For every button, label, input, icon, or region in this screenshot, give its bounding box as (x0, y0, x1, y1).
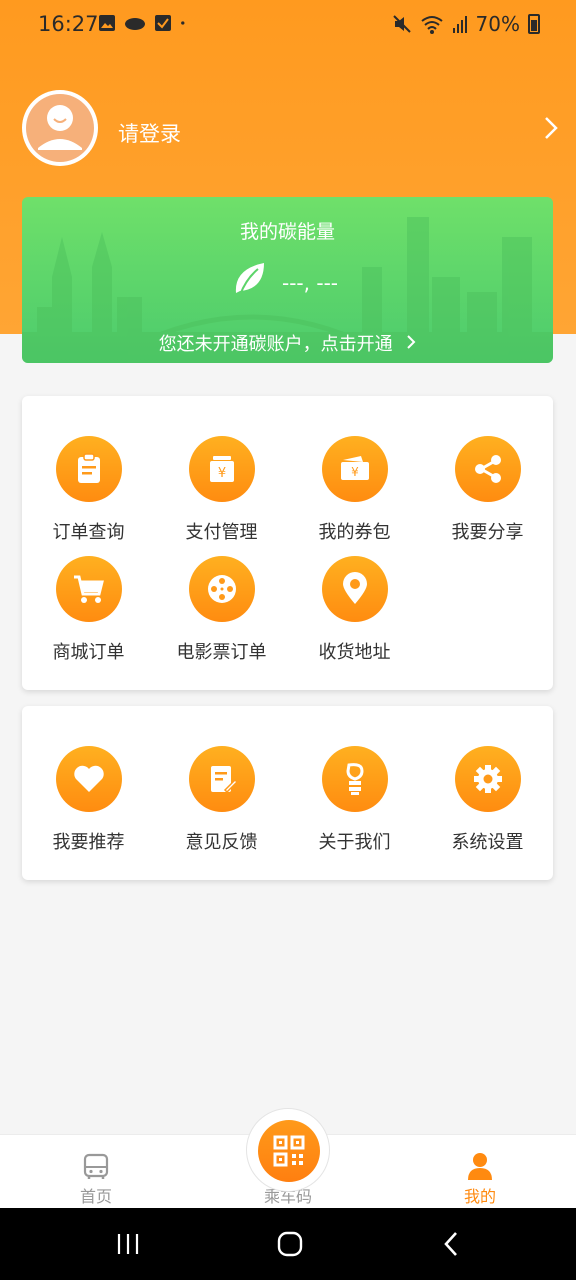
menu-label: 我要推荐 (52, 832, 125, 853)
menu-label: 支付管理 (185, 522, 258, 543)
system-navigation-bar (0, 1208, 576, 1280)
check-box-icon (155, 15, 171, 31)
menu-label: 商城订单 (52, 642, 125, 663)
svg-text:¥: ¥ (351, 465, 359, 479)
home-button-icon[interactable] (277, 1231, 303, 1257)
image-icon (99, 15, 115, 31)
about-icon (321, 746, 388, 812)
carbon-title: 我的碳能量 (239, 221, 335, 243)
cart-icon (55, 556, 122, 622)
menu-item-order-query[interactable]: 订单查询 (22, 436, 155, 544)
services-card: 订单查询 ¥ 支付管理 ¥ 我的券包 我要分享 商城订单 电影票订单 收货地址 (22, 396, 553, 690)
clipboard-icon (55, 436, 122, 502)
open-carbon-account-link[interactable]: 您还未开通碳账户，点击开通 (22, 330, 553, 356)
menu-label: 意见反馈 (185, 832, 258, 853)
menu-item-about-us[interactable]: 关于我们 (288, 746, 421, 854)
carbon-energy-card[interactable]: 我的碳能量 ---, --- 您还未开通碳账户，点击开通 (22, 197, 553, 363)
edit-note-icon (188, 746, 255, 812)
notification-icons (98, 14, 190, 32)
gear-icon (454, 746, 521, 812)
coupon-icon: ¥ (321, 436, 388, 502)
battery-percentage: 70% (475, 12, 520, 36)
heart-icon (55, 746, 122, 812)
tab-mine[interactable]: 我的 (420, 1135, 540, 1209)
yuan-box-icon: ¥ (188, 436, 255, 502)
menu-label: 收货地址 (318, 642, 391, 663)
status-time: 16:27 (38, 12, 99, 36)
more-card: 我要推荐 意见反馈 关于我们 系统设置 (22, 706, 553, 880)
qr-code-icon (258, 1120, 320, 1182)
login-prompt[interactable]: 请登录 (118, 118, 181, 148)
menu-item-payment-management[interactable]: ¥ 支付管理 (155, 436, 288, 544)
menu-label: 系统设置 (451, 832, 524, 853)
battery-icon (528, 14, 540, 34)
chevron-right-icon (406, 334, 416, 355)
menu-item-recommend[interactable]: 我要推荐 (22, 746, 155, 854)
open-carbon-account-text: 您还未开通碳账户，点击开通 (158, 334, 393, 355)
chevron-right-icon[interactable] (544, 116, 558, 140)
leaf-icon (235, 263, 264, 296)
signal-icon (452, 16, 467, 33)
back-icon[interactable] (442, 1230, 460, 1258)
menu-item-mall-orders[interactable]: 商城订单 (22, 556, 155, 664)
ride-code-button[interactable] (246, 1108, 330, 1192)
tab-mine-label: 我的 (463, 1187, 496, 1206)
menu-item-system-settings[interactable]: 系统设置 (421, 746, 554, 854)
menu-item-feedback[interactable]: 意见反馈 (155, 746, 288, 854)
film-reel-icon (188, 556, 255, 622)
share-icon (454, 436, 521, 502)
menu-label: 电影票订单 (176, 642, 267, 663)
menu-label: 订单查询 (52, 522, 125, 543)
menu-item-my-coupons[interactable]: ¥ 我的券包 (288, 436, 421, 544)
status-right: 70% (392, 12, 540, 36)
status-bar: 16:27 70% (0, 0, 576, 50)
menu-item-movie-ticket-orders[interactable]: 电影票订单 (155, 556, 288, 664)
mute-icon (392, 15, 411, 33)
carbon-value: ---, --- (282, 271, 339, 295)
menu-label: 关于我们 (318, 832, 391, 853)
cloud-icon (125, 18, 145, 30)
profile-login-row[interactable]: 请登录 (22, 90, 558, 166)
tab-home-label: 首页 (79, 1187, 112, 1206)
user-silhouette-icon (26, 94, 94, 162)
avatar[interactable] (22, 90, 98, 166)
recent-apps-icon[interactable] (116, 1232, 140, 1256)
bus-icon (83, 1153, 109, 1179)
menu-label: 我的券包 (318, 522, 391, 543)
location-pin-icon (321, 556, 388, 622)
tab-home[interactable]: 首页 (36, 1135, 156, 1209)
person-icon (468, 1153, 492, 1180)
svg-text:¥: ¥ (217, 466, 225, 481)
wifi-icon (420, 16, 443, 34)
menu-item-share[interactable]: 我要分享 (421, 436, 554, 544)
menu-item-shipping-address[interactable]: 收货地址 (288, 556, 421, 664)
menu-label: 我要分享 (451, 522, 524, 543)
dot-icon (181, 21, 185, 25)
